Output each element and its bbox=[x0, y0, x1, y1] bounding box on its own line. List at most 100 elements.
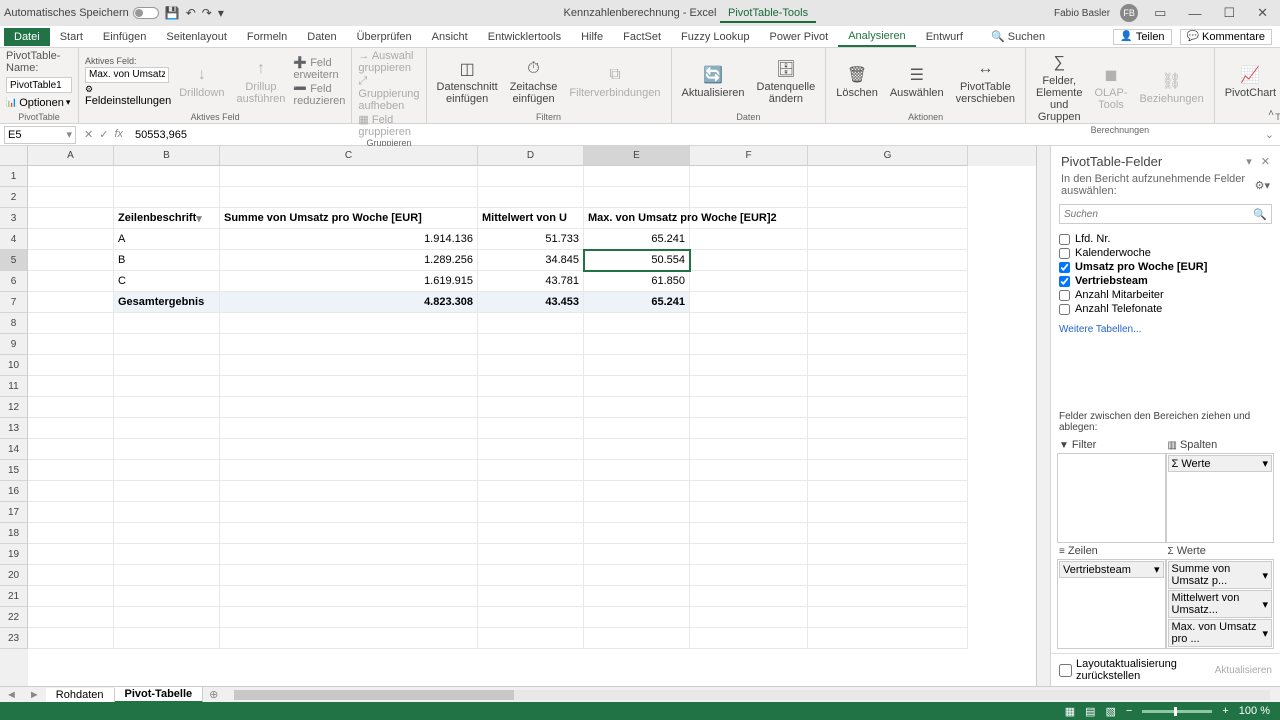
field-search[interactable]: 🔍 bbox=[1059, 204, 1272, 224]
row-header[interactable]: 2 bbox=[0, 187, 28, 208]
view-normal-icon[interactable]: ▦ bbox=[1065, 705, 1075, 718]
context-tab-label[interactable]: PivotTable-Tools bbox=[720, 3, 816, 23]
tab-fuzzy[interactable]: Fuzzy Lookup bbox=[671, 28, 759, 46]
sheet-tab[interactable]: Rohdaten bbox=[46, 688, 115, 702]
tab-start[interactable]: Start bbox=[50, 28, 93, 46]
pt-cell[interactable]: 51.733 bbox=[478, 229, 584, 250]
slicer-button[interactable]: ◫Datenschnitt einfügen bbox=[433, 56, 502, 107]
tab-factset[interactable]: FactSet bbox=[613, 28, 671, 46]
area-item[interactable]: Σ Werte▾ bbox=[1168, 455, 1273, 472]
olap-button[interactable]: ◼OLAP- Tools bbox=[1090, 62, 1131, 113]
maximize-icon[interactable]: ☐ bbox=[1217, 5, 1241, 21]
row-header[interactable]: 10 bbox=[0, 355, 28, 376]
row-header[interactable]: 16 bbox=[0, 481, 28, 502]
selected-cell[interactable]: 50.554 bbox=[584, 250, 690, 271]
ungroup-button[interactable]: ⤢ Gruppierung aufheben bbox=[358, 75, 419, 112]
pt-row-label[interactable]: C bbox=[114, 271, 220, 292]
tab-analyze[interactable]: Analysieren bbox=[838, 27, 915, 47]
pt-cell[interactable]: 1.914.136 bbox=[220, 229, 478, 250]
row-header[interactable]: 18 bbox=[0, 523, 28, 544]
field-item[interactable]: Vertriebsteam bbox=[1059, 274, 1272, 288]
view-pagelayout-icon[interactable]: ▤ bbox=[1085, 705, 1095, 718]
col-header[interactable]: G bbox=[808, 146, 968, 166]
row-header[interactable]: 21 bbox=[0, 586, 28, 607]
pt-grand-total[interactable]: 4.823.308 bbox=[220, 292, 478, 313]
pt-row-label[interactable]: B bbox=[114, 250, 220, 271]
calc-fields-button[interactable]: ∑Felder, Elemente und Gruppen bbox=[1032, 50, 1086, 125]
relations-button[interactable]: ⛓Beziehungen bbox=[1135, 68, 1207, 107]
refresh-button[interactable]: 🔄Aktualisieren bbox=[678, 62, 749, 101]
confirm-formula-icon[interactable]: ✓ bbox=[99, 128, 108, 141]
pt-cell[interactable]: 34.845 bbox=[478, 250, 584, 271]
area-item[interactable]: Mittelwert von Umsatz...▾ bbox=[1168, 590, 1273, 618]
defer-layout-checkbox[interactable]: Layoutaktualisierung zurückstellen bbox=[1059, 658, 1215, 682]
group-selection-button[interactable]: → Auswahl gruppieren bbox=[358, 50, 419, 74]
row-header[interactable]: 5 bbox=[0, 250, 28, 271]
select-button[interactable]: ☰Auswählen bbox=[886, 62, 948, 101]
pt-cell[interactable]: 1.619.915 bbox=[220, 271, 478, 292]
pane-close-icon[interactable]: ✕ bbox=[1261, 156, 1270, 168]
drilldown-button[interactable]: ↓Drilldown bbox=[175, 62, 228, 101]
datasource-button[interactable]: 🗄Datenquelle ändern bbox=[753, 56, 820, 107]
name-box[interactable]: E5▾ bbox=[4, 126, 76, 144]
search-tab[interactable]: 🔍 Suchen bbox=[981, 27, 1055, 46]
tab-view[interactable]: Ansicht bbox=[422, 28, 478, 46]
pt-cell[interactable]: 61.850 bbox=[584, 271, 690, 292]
view-pagebreak-icon[interactable]: ▧ bbox=[1106, 705, 1116, 718]
pt-grand-total[interactable]: 43.453 bbox=[478, 292, 584, 313]
pt-header-rowlabels[interactable]: Zeilenbeschrift ▾ bbox=[114, 208, 220, 229]
row-header[interactable]: 1 bbox=[0, 166, 28, 187]
group-field-button[interactable]: ▦ Feld gruppieren bbox=[358, 113, 419, 138]
filter-dropdown-icon[interactable]: ▾ bbox=[196, 212, 202, 225]
pt-options-button[interactable]: 📊 Optionen ▾ bbox=[6, 97, 72, 109]
row-header[interactable]: 12 bbox=[0, 397, 28, 418]
clear-button[interactable]: 🗑Löschen bbox=[832, 62, 882, 101]
worksheet-grid[interactable]: 1 2 3 4 5 6 7 8 9 10 11 12 13 14 15 16 1… bbox=[0, 146, 1050, 686]
more-tables-link[interactable]: Weitere Tabellen... bbox=[1051, 320, 1280, 339]
update-button[interactable]: Aktualisieren bbox=[1215, 665, 1272, 676]
zoom-level[interactable]: 100 % bbox=[1239, 705, 1270, 717]
close-icon[interactable]: ✕ bbox=[1251, 5, 1274, 21]
pt-header-sum[interactable]: Summe von Umsatz pro Woche [EUR] bbox=[220, 208, 478, 229]
expand-field-button[interactable]: ➕ Feld erweitern bbox=[293, 56, 345, 81]
row-header[interactable]: 17 bbox=[0, 502, 28, 523]
row-header[interactable]: 13 bbox=[0, 418, 28, 439]
comments-button[interactable]: 💬 Kommentare bbox=[1180, 29, 1272, 45]
pt-cell[interactable]: 1.289.256 bbox=[220, 250, 478, 271]
new-sheet-icon[interactable]: ⊕ bbox=[203, 688, 224, 701]
pane-options-icon[interactable]: ▾ bbox=[1246, 156, 1252, 168]
area-filter[interactable] bbox=[1057, 453, 1166, 543]
tab-help[interactable]: Hilfe bbox=[571, 28, 613, 46]
share-button[interactable]: 👤 Teilen bbox=[1113, 29, 1171, 45]
active-field-input[interactable] bbox=[85, 67, 169, 83]
field-item[interactable]: Umsatz pro Woche [EUR] bbox=[1059, 260, 1272, 274]
avatar[interactable]: FB bbox=[1120, 4, 1138, 22]
field-item[interactable]: Lfd. Nr. bbox=[1059, 232, 1272, 246]
toggle-off-icon[interactable] bbox=[133, 7, 159, 19]
area-rows[interactable]: Vertriebsteam▾ bbox=[1057, 559, 1166, 649]
tab-data[interactable]: Daten bbox=[297, 28, 346, 46]
row-header[interactable]: 14 bbox=[0, 439, 28, 460]
row-header[interactable]: 7 bbox=[0, 292, 28, 313]
row-header[interactable]: 11 bbox=[0, 376, 28, 397]
reduce-field-button[interactable]: ➖ Feld reduzieren bbox=[293, 82, 345, 107]
undo-icon[interactable]: ↶ bbox=[186, 6, 196, 20]
area-values[interactable]: Summe von Umsatz p...▾ Mittelwert von Um… bbox=[1166, 559, 1275, 649]
field-settings-button[interactable]: ⚙ Feldeinstellungen bbox=[85, 84, 171, 107]
gear-icon[interactable]: ⚙▾ bbox=[1255, 179, 1270, 192]
pt-header-avg[interactable]: Mittelwert von U bbox=[478, 208, 584, 229]
area-item[interactable]: Max. von Umsatz pro ...▾ bbox=[1168, 619, 1273, 647]
col-header[interactable]: F bbox=[690, 146, 808, 166]
pt-grand-total-label[interactable]: Gesamtergebnis bbox=[114, 292, 220, 313]
col-header[interactable]: A bbox=[28, 146, 114, 166]
minimize-icon[interactable]: ― bbox=[1182, 6, 1207, 21]
zoom-in-icon[interactable]: + bbox=[1222, 705, 1228, 717]
col-header[interactable]: B bbox=[114, 146, 220, 166]
pivotchart-button[interactable]: 📈PivotChart bbox=[1221, 62, 1280, 101]
field-item[interactable]: Anzahl Mitarbeiter bbox=[1059, 288, 1272, 302]
redo-icon[interactable]: ↷ bbox=[202, 6, 212, 20]
filter-conn-button[interactable]: ⧉Filterverbindungen bbox=[565, 62, 664, 101]
sheet-nav-next-icon[interactable]: ► bbox=[23, 689, 46, 701]
row-header[interactable]: 3 bbox=[0, 208, 28, 229]
col-header[interactable]: E bbox=[584, 146, 690, 166]
